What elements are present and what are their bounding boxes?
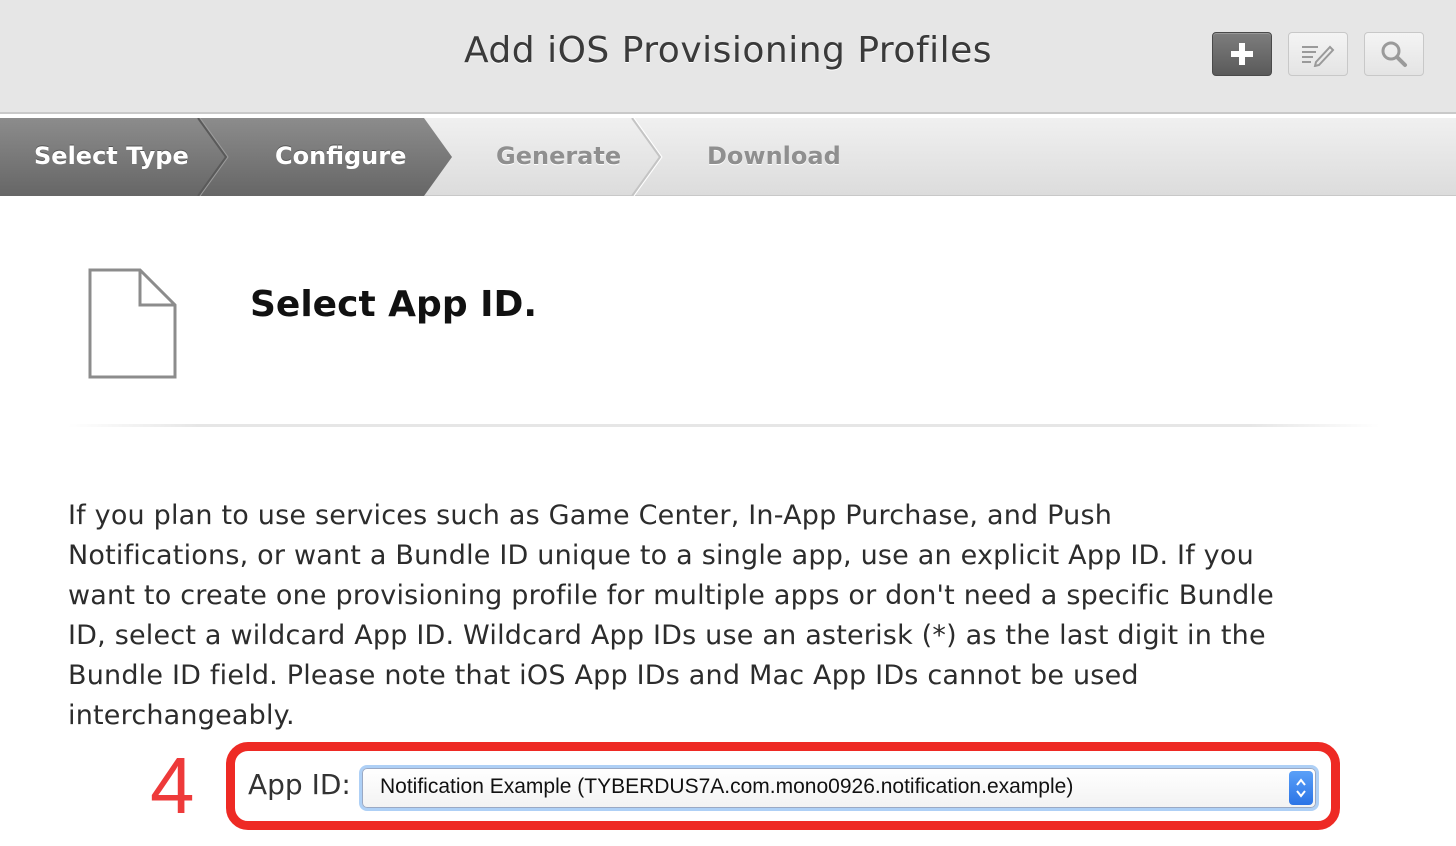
- step-configure: Configure: [275, 142, 407, 170]
- step-generate: Generate: [496, 142, 622, 170]
- edit-button[interactable]: [1288, 32, 1348, 76]
- plus-icon: [1231, 43, 1253, 65]
- annotation-step-number: 4: [150, 741, 195, 830]
- search-icon: [1381, 41, 1407, 67]
- page-header: Add iOS Provisioning Profiles: [0, 0, 1456, 114]
- add-button[interactable]: [1212, 32, 1272, 76]
- app-id-label: App ID:: [248, 768, 351, 801]
- progress-steps: Select Type Configure Generate Download: [0, 118, 1456, 196]
- divider: [68, 424, 1380, 427]
- search-button[interactable]: [1364, 32, 1424, 76]
- document-icon: [88, 268, 177, 379]
- app-id-selected-value: Notification Example (TYBERDUS7A.com.mon…: [380, 775, 1074, 798]
- step-select-type: Select Type: [34, 142, 189, 170]
- app-id-select[interactable]: Notification Example (TYBERDUS7A.com.mon…: [362, 768, 1316, 808]
- description-text: If you plan to use services such as Game…: [68, 500, 1274, 731]
- select-arrows-icon: [1289, 771, 1313, 805]
- edit-icon: [1302, 45, 1335, 67]
- step-download: Download: [707, 142, 841, 170]
- section-title: Select App ID.: [250, 284, 538, 325]
